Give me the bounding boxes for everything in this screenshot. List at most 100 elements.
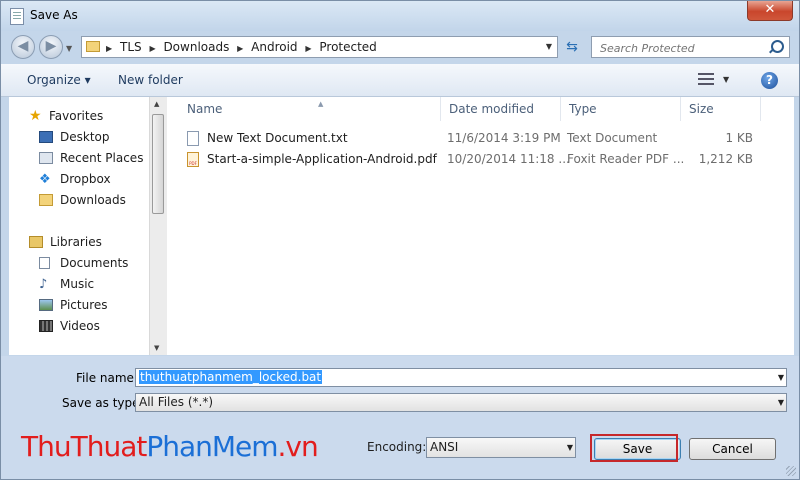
file-name: Start-a-simple-Application-Android.pdf bbox=[207, 152, 437, 166]
scrollbar-thumb[interactable] bbox=[152, 114, 164, 214]
refresh-button[interactable]: ⇆ bbox=[562, 37, 582, 57]
breadcrumb-downloads[interactable]: Downloads bbox=[163, 40, 229, 54]
resize-grip[interactable] bbox=[786, 466, 796, 476]
chevron-down-icon[interactable]: ▼ bbox=[778, 398, 784, 407]
file-type: Foxit Reader PDF ... bbox=[567, 152, 685, 166]
column-header-name[interactable]: Name ▲ bbox=[179, 97, 441, 121]
videos-icon bbox=[39, 320, 53, 332]
folder-icon bbox=[86, 41, 100, 52]
search-icon[interactable] bbox=[771, 40, 784, 53]
file-date: 11/6/2014 3:19 PM bbox=[447, 131, 561, 145]
chevron-down-icon[interactable]: ▼ bbox=[567, 443, 573, 452]
sidebar-item-label: Videos bbox=[60, 319, 100, 333]
help-button[interactable]: ? bbox=[761, 72, 778, 89]
chevron-down-icon[interactable]: ▼ bbox=[778, 373, 784, 382]
title-bar[interactable]: Save As ✕ bbox=[1, 1, 799, 31]
file-name-selected-text: thuthuatphanmem_locked.bat bbox=[139, 370, 323, 384]
scroll-down-icon[interactable]: ▼ bbox=[154, 344, 159, 352]
file-type: Text Document bbox=[567, 131, 658, 145]
downloads-icon bbox=[39, 194, 53, 206]
documents-icon bbox=[39, 257, 50, 269]
forward-button[interactable]: ▶ bbox=[39, 35, 63, 59]
chevron-right-icon[interactable]: ▶ bbox=[237, 44, 243, 53]
breadcrumb: ▶ TLS ▶ Downloads ▶ Android ▶ Protected bbox=[106, 40, 381, 54]
save-button[interactable]: Save bbox=[594, 438, 681, 460]
breadcrumb-android[interactable]: Android bbox=[251, 40, 297, 54]
navigation-scrollbar[interactable]: ▲ ▼ bbox=[149, 97, 167, 355]
save-as-type-label: Save as type: bbox=[62, 396, 144, 410]
sidebar-item-label: Documents bbox=[60, 256, 129, 270]
pictures-icon bbox=[39, 299, 53, 311]
sidebar-item-label: Music bbox=[60, 277, 95, 291]
cancel-button[interactable]: Cancel bbox=[689, 438, 776, 460]
window-title: Save As bbox=[30, 8, 78, 22]
sidebar-item-label: Dropbox bbox=[60, 172, 111, 186]
recent-places-icon bbox=[39, 152, 53, 164]
sidebar-item-desktop[interactable]: Desktop bbox=[9, 127, 149, 147]
save-as-type-select[interactable]: All Files (*.*) ▼ bbox=[135, 393, 787, 412]
dropbox-icon: ❖ bbox=[39, 172, 51, 187]
chevron-right-icon[interactable]: ▶ bbox=[149, 44, 155, 53]
file-date: 10/20/2014 11:18 ... bbox=[447, 152, 570, 166]
sort-ascending-icon: ▲ bbox=[318, 100, 324, 108]
address-bar[interactable]: ▶ TLS ▶ Downloads ▶ Android ▶ Protected … bbox=[81, 36, 558, 58]
file-size: 1,212 KB bbox=[698, 152, 753, 166]
command-bar: Organize ▾ New folder ▼ ? bbox=[1, 64, 799, 97]
music-icon: ♪ bbox=[39, 277, 48, 292]
file-name-value[interactable]: thuthuatphanmem_locked.bat bbox=[139, 370, 323, 384]
pdf-file-icon: PDF bbox=[187, 152, 199, 167]
back-button[interactable]: ◀ bbox=[11, 35, 35, 59]
watermark-part: PhanMem bbox=[146, 430, 278, 463]
refresh-icon: ⇆ bbox=[566, 39, 578, 55]
watermark-logo: ThuThuatPhanMem.vn bbox=[21, 430, 319, 463]
sidebar-item-pictures[interactable]: Pictures bbox=[9, 295, 149, 315]
encoding-value: ANSI bbox=[430, 440, 459, 454]
file-name: New Text Document.txt bbox=[207, 131, 348, 145]
organize-button[interactable]: Organize ▾ bbox=[27, 73, 91, 87]
back-arrow-icon: ◀ bbox=[17, 38, 29, 54]
column-header-type[interactable]: Type bbox=[561, 97, 681, 121]
chevron-right-icon[interactable]: ▶ bbox=[106, 44, 112, 53]
navigation-bar: ◀ ▶ ▼ ▶ TLS ▶ Downloads ▶ Android ▶ Prot… bbox=[1, 31, 799, 63]
view-options-icon[interactable] bbox=[698, 73, 714, 86]
search-box[interactable] bbox=[591, 36, 790, 58]
recent-locations-dropdown[interactable]: ▼ bbox=[66, 44, 72, 53]
save-as-dialog: Save As ✕ ◀ ▶ ▼ ▶ TLS ▶ Downloads ▶ Andr… bbox=[0, 0, 800, 480]
encoding-select[interactable]: ANSI ▼ bbox=[426, 437, 576, 458]
encoding-label: Encoding: bbox=[367, 440, 427, 454]
breadcrumb-protected[interactable]: Protected bbox=[319, 40, 376, 54]
search-input[interactable] bbox=[598, 39, 762, 57]
new-folder-button[interactable]: New folder bbox=[118, 73, 183, 87]
file-name-label: File name: bbox=[76, 371, 138, 385]
column-header-label: Size bbox=[689, 102, 714, 116]
column-header-label: Type bbox=[569, 102, 597, 116]
breadcrumb-tls[interactable]: TLS bbox=[120, 40, 142, 54]
sidebar-item-dropbox[interactable]: ❖ Dropbox bbox=[9, 169, 149, 189]
close-button[interactable]: ✕ bbox=[747, 1, 793, 21]
chevron-right-icon[interactable]: ▶ bbox=[305, 44, 311, 53]
text-file-icon bbox=[187, 131, 199, 146]
libraries-icon bbox=[29, 236, 43, 248]
view-dropdown-icon[interactable]: ▼ bbox=[723, 75, 729, 84]
sidebar-section-label: Libraries bbox=[50, 235, 102, 249]
sidebar-item-libraries[interactable]: Libraries bbox=[9, 232, 149, 252]
scroll-up-icon[interactable]: ▲ bbox=[154, 100, 159, 108]
sidebar-item-videos[interactable]: Videos bbox=[9, 316, 149, 336]
sidebar-item-label: Recent Places bbox=[60, 151, 144, 165]
watermark-part: .vn bbox=[277, 430, 319, 463]
sidebar-item-recent-places[interactable]: Recent Places bbox=[9, 148, 149, 168]
column-header-size[interactable]: Size bbox=[681, 97, 761, 121]
sidebar-section-label: Favorites bbox=[49, 109, 104, 123]
sidebar-item-documents[interactable]: Documents bbox=[9, 253, 149, 273]
sidebar-item-downloads[interactable]: Downloads bbox=[9, 190, 149, 210]
sidebar-item-favorites[interactable]: ★ Favorites bbox=[9, 106, 149, 126]
desktop-icon bbox=[39, 131, 53, 143]
star-icon: ★ bbox=[29, 108, 42, 124]
file-name-field[interactable]: thuthuatphanmem_locked.bat ▼ bbox=[135, 368, 787, 387]
column-header-date[interactable]: Date modified bbox=[441, 97, 561, 121]
file-row[interactable]: New Text Document.txt 11/6/2014 3:19 PM … bbox=[167, 128, 794, 149]
sidebar-item-music[interactable]: ♪ Music bbox=[9, 274, 149, 294]
address-dropdown-icon[interactable]: ▼ bbox=[546, 42, 552, 51]
notepad-icon bbox=[10, 8, 24, 25]
file-row[interactable]: PDF Start-a-simple-Application-Android.p… bbox=[167, 149, 794, 170]
